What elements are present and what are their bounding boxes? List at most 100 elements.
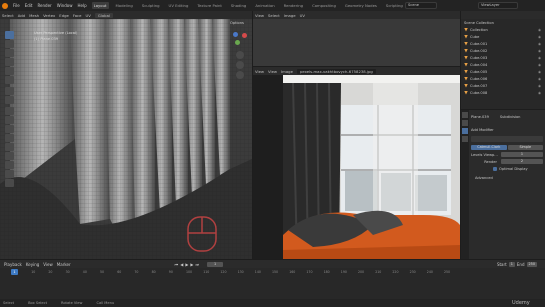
- zoom-icon[interactable]: [236, 51, 244, 59]
- timeline-menu-marker[interactable]: Marker: [57, 262, 71, 267]
- uv-menu-view[interactable]: View: [255, 13, 264, 18]
- simple-toggle[interactable]: Simple: [507, 145, 543, 150]
- move-tool-icon[interactable]: [5, 49, 14, 57]
- outliner-row[interactable]: Cube.008 ◉: [461, 89, 545, 96]
- transform-tool-icon[interactable]: [5, 76, 14, 84]
- viewport-options-dropdown[interactable]: Options: [230, 21, 244, 25]
- outliner-row[interactable]: Cube.001 ◉: [461, 40, 545, 47]
- select-box-tool-icon[interactable]: [5, 31, 14, 39]
- visibility-eye-icon[interactable]: ◉: [538, 56, 541, 60]
- play-icon[interactable]: ▶: [185, 262, 188, 267]
- pan-hand-icon[interactable]: [236, 61, 244, 69]
- timeline-menu-keying[interactable]: Keying: [26, 262, 39, 267]
- menu-help[interactable]: Help: [77, 3, 86, 8]
- viewport-menu-edge[interactable]: Edge: [59, 13, 69, 18]
- tab-rendering[interactable]: Rendering: [282, 2, 305, 9]
- optimal-display-checkbox[interactable]: [493, 166, 497, 171]
- viewport-menu-mesh[interactable]: Mesh: [29, 13, 39, 18]
- visibility-eye-icon[interactable]: ◉: [538, 91, 541, 95]
- uv-editor-area[interactable]: [253, 11, 460, 66]
- reference-image-panel[interactable]: [253, 75, 460, 260]
- outliner-row[interactable]: Cube.007 ◉: [461, 82, 545, 89]
- viewport-menu-select[interactable]: Select: [2, 13, 14, 18]
- navigation-gizmo[interactable]: [232, 31, 248, 47]
- menu-render[interactable]: Render: [37, 3, 51, 8]
- current-frame-field[interactable]: 1: [207, 261, 224, 267]
- outliner-scene-collection[interactable]: Scene Collection: [461, 19, 545, 26]
- visibility-eye-icon[interactable]: ◉: [538, 77, 541, 81]
- smooth-tool-icon[interactable]: [5, 179, 14, 187]
- tab-modeling[interactable]: Modeling: [114, 2, 135, 9]
- viewport-menu-face[interactable]: Face: [73, 13, 82, 18]
- tab-texture-paint[interactable]: Texture Paint: [195, 2, 224, 9]
- visibility-eye-icon[interactable]: ◉: [538, 42, 541, 46]
- viewport-menu-add[interactable]: Add: [18, 13, 25, 18]
- tab-layout[interactable]: Layout: [91, 2, 109, 9]
- tab-animation[interactable]: Animation: [253, 2, 276, 9]
- step-forward-icon[interactable]: ▶: [190, 262, 193, 267]
- timeline-menu-playback[interactable]: Playback: [4, 262, 22, 267]
- image-menu-image[interactable]: Image: [281, 69, 293, 74]
- measure-tool-icon[interactable]: [5, 96, 14, 104]
- image-menu-view-1[interactable]: View: [255, 69, 264, 74]
- viewport-menu-uv[interactable]: UV: [85, 13, 90, 18]
- menu-window[interactable]: Window: [57, 3, 73, 8]
- rotate-tool-icon[interactable]: [5, 58, 14, 66]
- tab-uv-editing[interactable]: UV Editing: [167, 2, 191, 9]
- bevel-tool-icon[interactable]: [5, 134, 14, 142]
- visibility-eye-icon[interactable]: ◉: [538, 70, 541, 74]
- extrude-tool-icon[interactable]: [5, 116, 14, 124]
- tab-geometry-nodes[interactable]: Geometry Nodes: [343, 2, 379, 9]
- end-frame-field[interactable]: 250: [526, 261, 537, 267]
- image-menu-view-2[interactable]: View: [268, 69, 277, 74]
- visibility-eye-icon[interactable]: ◉: [538, 84, 541, 88]
- step-back-icon[interactable]: ◀: [180, 262, 183, 267]
- outliner-row[interactable]: Cube.004 ◉: [461, 61, 545, 68]
- uv-menu-uv[interactable]: UV: [300, 13, 305, 18]
- modifier-wrench-icon[interactable]: [462, 128, 468, 134]
- blender-logo-icon[interactable]: [2, 2, 8, 9]
- timeline-ruler[interactable]: 0102030405060708090100110120130140150160…: [14, 270, 450, 276]
- knife-tool-icon[interactable]: [5, 152, 14, 160]
- visibility-eye-icon[interactable]: ◉: [538, 49, 541, 53]
- catmull-clark-toggle[interactable]: Catmull-Clark: [471, 145, 507, 150]
- camera-view-icon[interactable]: [236, 71, 244, 79]
- outliner-row[interactable]: Collection ◉: [461, 26, 545, 33]
- image-filename-field[interactable]: pexels-max-vakhtbovych-6758238.jpg: [296, 68, 376, 74]
- start-frame-field[interactable]: 1: [508, 261, 515, 267]
- uv-menu-image[interactable]: Image: [284, 13, 296, 18]
- outliner-row[interactable]: Cube.005 ◉: [461, 68, 545, 75]
- render-levels-field[interactable]: 2: [501, 159, 543, 164]
- view-layer-selector[interactable]: ViewLayer: [478, 2, 518, 9]
- visibility-eye-icon[interactable]: ◉: [538, 63, 541, 67]
- cursor-tool-icon[interactable]: [5, 40, 14, 48]
- uv-menu-select[interactable]: Select: [268, 13, 280, 18]
- modifier-header[interactable]: [471, 136, 543, 142]
- timeline-menu-view[interactable]: View: [43, 262, 53, 267]
- tab-scripting[interactable]: Scripting: [384, 2, 405, 9]
- jump-start-icon[interactable]: ⏮: [175, 262, 179, 267]
- jump-end-icon[interactable]: ⏭: [195, 262, 199, 267]
- loop-cut-tool-icon[interactable]: [5, 143, 14, 151]
- spin-tool-icon[interactable]: [5, 170, 14, 178]
- outliner-row[interactable]: Cube ◉: [461, 33, 545, 40]
- add-modifier-button[interactable]: Add Modifier: [471, 128, 494, 132]
- visibility-eye-icon[interactable]: ◉: [538, 35, 541, 39]
- add-cube-tool-icon[interactable]: [5, 107, 14, 115]
- menu-edit[interactable]: Edit: [25, 3, 33, 8]
- tab-sculpting[interactable]: Sculpting: [140, 2, 162, 9]
- outliner-row[interactable]: Cube.006 ◉: [461, 75, 545, 82]
- outliner-row[interactable]: Cube.002 ◉: [461, 47, 545, 54]
- scale-tool-icon[interactable]: [5, 67, 14, 75]
- annotate-tool-icon[interactable]: [5, 87, 14, 95]
- tab-compositing[interactable]: Compositing: [310, 2, 338, 9]
- scene-selector[interactable]: Scene: [405, 2, 437, 9]
- levels-viewport-field[interactable]: 1: [501, 152, 543, 157]
- menu-file[interactable]: File: [13, 3, 20, 8]
- outliner-row[interactable]: Cube.003 ◉: [461, 54, 545, 61]
- poly-build-tool-icon[interactable]: [5, 161, 14, 169]
- inset-tool-icon[interactable]: [5, 125, 14, 133]
- playhead[interactable]: 1: [11, 269, 18, 275]
- 3d-viewport[interactable]: User Perspective (Local) (1) Plane.039 O…: [0, 19, 252, 259]
- advanced-subpanel[interactable]: Advanced: [475, 176, 493, 180]
